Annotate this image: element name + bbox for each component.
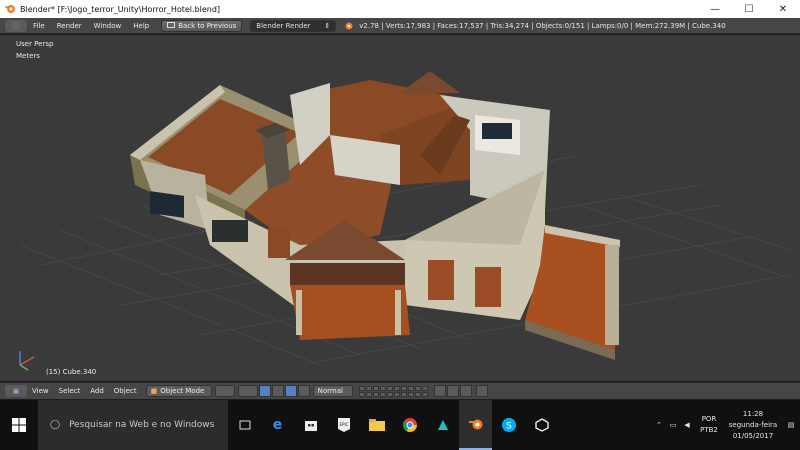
menu-render[interactable]: Render bbox=[51, 22, 88, 30]
edge-icon[interactable]: e bbox=[261, 400, 294, 450]
render-engine-label: Blender Render bbox=[256, 21, 311, 30]
menu-view[interactable]: View bbox=[27, 387, 54, 395]
language-indicator[interactable]: POR PTB2 bbox=[694, 414, 724, 436]
object-mode-icon: ■ bbox=[150, 387, 158, 395]
close-button[interactable]: ✕ bbox=[766, 0, 800, 18]
transform-orientation-select[interactable]: Normal bbox=[312, 385, 353, 397]
view-name-label: User Persp bbox=[16, 40, 54, 48]
language-label: POR bbox=[701, 415, 717, 423]
window-title: Blender* [F:\Jogo_terror_Unity\Horror_Ho… bbox=[20, 4, 221, 14]
object-info-label: (15) Cube.340 bbox=[46, 368, 97, 376]
3d-viewport[interactable]: User Persp Meters (15) Cube.340 bbox=[0, 35, 800, 381]
render-engine-select[interactable]: Blender Render ⇕ bbox=[250, 19, 337, 32]
render-icon[interactable] bbox=[475, 385, 488, 397]
info-header: ⓘ File Render Window Help Back to Previo… bbox=[0, 18, 800, 34]
app-icon[interactable] bbox=[426, 400, 459, 450]
viewport-scene bbox=[19, 71, 791, 371]
layer-buttons[interactable] bbox=[358, 385, 428, 397]
minimize-button[interactable]: — bbox=[698, 0, 732, 18]
clock-day: segunda-feira bbox=[728, 420, 778, 429]
maximize-button[interactable]: ☐ bbox=[732, 0, 766, 18]
menu-help[interactable]: Help bbox=[127, 22, 155, 30]
menu-file[interactable]: File bbox=[27, 22, 51, 30]
screen-icon bbox=[167, 22, 176, 28]
view3d-header: ▣ View Select Add Object ■ Object Mode N… bbox=[0, 382, 800, 399]
start-button[interactable] bbox=[0, 400, 38, 450]
dropdown-arrows-icon: ⇕ bbox=[324, 21, 331, 30]
transform-orientation-label: Normal bbox=[317, 387, 343, 395]
search-placeholder: Pesquisar na Web e no Windows bbox=[69, 420, 215, 430]
menu-window[interactable]: Window bbox=[88, 22, 128, 30]
volume-icon[interactable]: ◀ bbox=[680, 421, 694, 429]
keyboard-layout-label: PTB2 bbox=[700, 426, 718, 434]
svg-text:EPIC: EPIC bbox=[339, 422, 348, 427]
chrome-icon[interactable] bbox=[393, 400, 426, 450]
proportional-edit-icon[interactable] bbox=[446, 385, 459, 397]
translate-manipulator-button[interactable] bbox=[271, 385, 284, 397]
svg-text:S: S bbox=[506, 422, 512, 432]
manipulator-toggle[interactable] bbox=[258, 385, 271, 397]
skype-icon[interactable]: S bbox=[492, 400, 525, 450]
viewport-shading-select[interactable] bbox=[214, 385, 235, 397]
back-to-previous-button[interactable]: Back to Previous bbox=[161, 19, 243, 32]
menu-select[interactable]: Select bbox=[54, 387, 86, 395]
lock-layers-icon[interactable] bbox=[433, 385, 446, 397]
microphone-icon: ◯ bbox=[50, 420, 61, 430]
menu-object[interactable]: Object bbox=[109, 387, 142, 395]
blender-window: Blender* [F:\Jogo_terror_Unity\Horror_Ho… bbox=[0, 0, 800, 450]
file-explorer-icon[interactable] bbox=[360, 400, 393, 450]
menu-add[interactable]: Add bbox=[85, 387, 109, 395]
blender-logo-icon bbox=[345, 22, 353, 29]
clock-date: 01/05/2017 bbox=[732, 431, 774, 440]
system-tray: ⌃ ▭ ◀ POR PTB2 11:28 segunda-feira 01/05… bbox=[652, 400, 800, 450]
scene-stats: v2.78 | Verts:17,983 | Faces:17,537 | Tr… bbox=[359, 21, 726, 30]
editor-type-selector[interactable]: ⓘ bbox=[5, 19, 27, 32]
window-titlebar: Blender* [F:\Jogo_terror_Unity\Horror_Ho… bbox=[0, 0, 800, 18]
hotel-model bbox=[130, 71, 620, 360]
interaction-mode-label: Object Mode bbox=[160, 387, 205, 395]
unity-icon[interactable] bbox=[525, 400, 558, 450]
clock-time: 11:28 bbox=[742, 409, 764, 418]
store-icon[interactable] bbox=[294, 400, 327, 450]
interaction-mode-select[interactable]: ■ Object Mode bbox=[145, 385, 212, 397]
units-label: Meters bbox=[16, 52, 40, 60]
snap-icon[interactable] bbox=[459, 385, 472, 397]
blender-icon[interactable] bbox=[459, 400, 492, 450]
taskbar-clock[interactable]: 11:28 segunda-feira 01/05/2017 bbox=[724, 409, 782, 442]
people-icon[interactable]: ⌃ bbox=[652, 421, 666, 429]
blender-app-icon bbox=[5, 5, 15, 13]
network-icon[interactable]: ▭ bbox=[666, 421, 680, 429]
task-view-icon[interactable] bbox=[228, 400, 261, 450]
view3d-editor-type-selector[interactable]: ▣ bbox=[5, 385, 27, 397]
back-to-previous-label: Back to Previous bbox=[178, 21, 237, 30]
taskbar-search-box[interactable]: ◯ Pesquisar na Web e no Windows bbox=[38, 400, 228, 450]
windows-taskbar: ◯ Pesquisar na Web e no Windows e EPIC S bbox=[0, 400, 800, 450]
axis-gizmo bbox=[19, 351, 35, 371]
scale-manipulator-button[interactable] bbox=[297, 385, 310, 397]
notification-center-icon[interactable]: ▤ bbox=[782, 421, 800, 429]
epic-games-icon[interactable]: EPIC bbox=[327, 400, 360, 450]
windows-logo-icon bbox=[12, 418, 26, 432]
rotate-manipulator-button[interactable] bbox=[284, 385, 297, 397]
pivot-point-select[interactable] bbox=[237, 385, 258, 397]
